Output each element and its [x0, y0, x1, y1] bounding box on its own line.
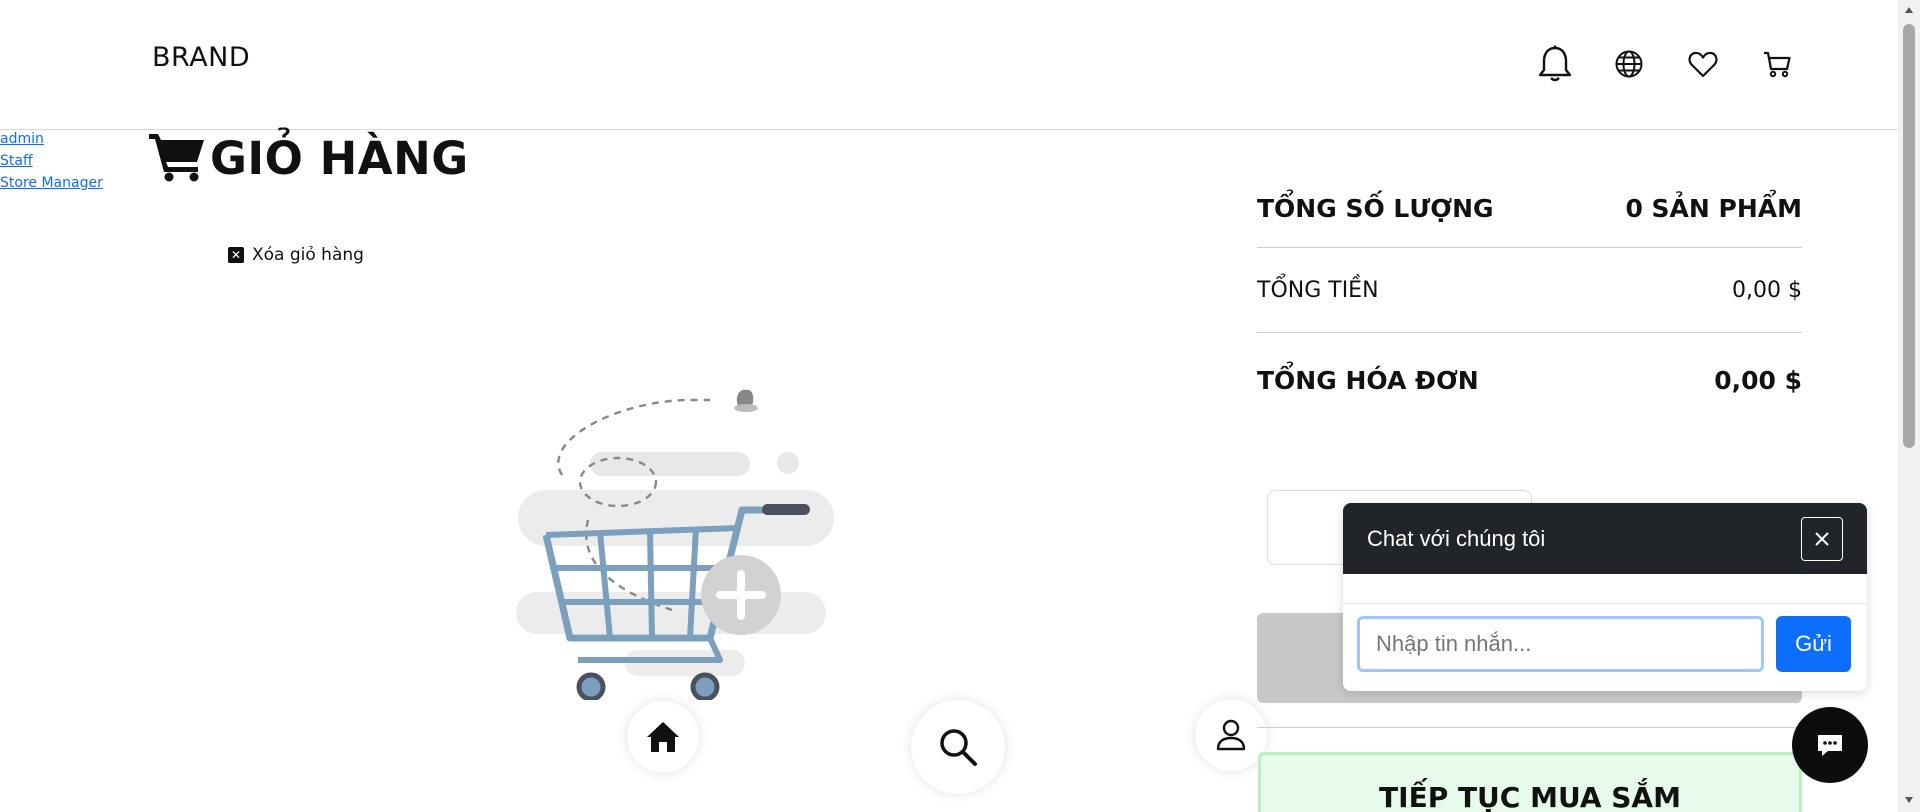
cart-title-icon [148, 130, 206, 186]
account-nav-button[interactable] [1195, 699, 1267, 771]
close-icon [1815, 531, 1829, 546]
chat-message-input[interactable] [1357, 616, 1764, 672]
invoice-label: TỔNG HÓA ĐƠN [1257, 366, 1479, 395]
quantity-value: 0 SẢN PHẨM [1625, 194, 1802, 223]
quantity-label: TỔNG SỐ LƯỢNG [1257, 194, 1494, 223]
search-nav-button[interactable] [911, 700, 1005, 794]
brand-logo[interactable]: BRAND [152, 42, 250, 73]
heart-icon[interactable] [1684, 45, 1722, 83]
total-label: TỔNG TIỀN [1257, 277, 1379, 303]
continue-shopping-button[interactable]: TIẾP TỤC MUA SẮM [1258, 752, 1802, 812]
role-links: admin Staff Store Manager [0, 128, 110, 194]
clear-cart-button[interactable]: ✕ Xóa giỏ hàng [228, 245, 364, 265]
clear-cart-label: Xóa giỏ hàng [252, 245, 364, 265]
globe-icon[interactable] [1610, 45, 1648, 83]
invoice-value: 0,00 $ [1714, 366, 1802, 395]
chat-header: Chat với chúng tôi [1343, 503, 1867, 574]
home-nav-button[interactable] [627, 701, 699, 773]
cart-title: GIỎ HÀNG [210, 131, 469, 185]
search-icon [940, 729, 977, 766]
chat-close-button[interactable] [1801, 516, 1843, 561]
chat-footer: Gửi [1343, 604, 1867, 684]
chat-toggle-button[interactable] [1792, 707, 1868, 783]
top-header: BRAND [0, 0, 1898, 130]
empty-cart-illustration [516, 389, 834, 700]
chat-title: Chat với chúng tôi [1367, 525, 1546, 551]
summary-quantity-row: TỔNG SỐ LƯỢNG 0 SẢN PHẨM [1257, 170, 1802, 248]
summary-total-row: TỔNG TIỀN 0,00 $ [1257, 248, 1802, 333]
role-link-store-manager[interactable]: Store Manager [0, 172, 110, 194]
scroll-thumb[interactable] [1903, 24, 1915, 448]
total-value: 0,00 $ [1732, 277, 1802, 303]
user-icon [1216, 719, 1246, 751]
cart-summary: TỔNG SỐ LƯỢNG 0 SẢN PHẨM TỔNG TIỀN 0,00 … [1257, 170, 1802, 428]
scroll-up-arrow[interactable] [1903, 4, 1915, 16]
scroll-down-arrow[interactable] [1903, 794, 1915, 806]
home-icon [647, 722, 679, 752]
chat-messages [1343, 574, 1867, 604]
role-link-staff[interactable]: Staff [0, 150, 110, 172]
role-link-admin[interactable]: admin [0, 128, 110, 150]
chat-bubble-icon [1818, 735, 1842, 756]
close-square-icon: ✕ [228, 247, 244, 263]
page-scrollbar[interactable] [1898, 0, 1920, 812]
chat-send-button[interactable]: Gửi [1776, 616, 1851, 672]
page-title: GIỎ HÀNG [148, 130, 469, 186]
chat-widget: Chat với chúng tôi Gửi [1343, 503, 1867, 691]
bell-icon[interactable] [1536, 45, 1574, 83]
cart-icon[interactable] [1758, 45, 1796, 83]
summary-invoice-row: TỔNG HÓA ĐƠN 0,00 $ [1257, 333, 1802, 428]
summary-divider [1257, 727, 1802, 728]
